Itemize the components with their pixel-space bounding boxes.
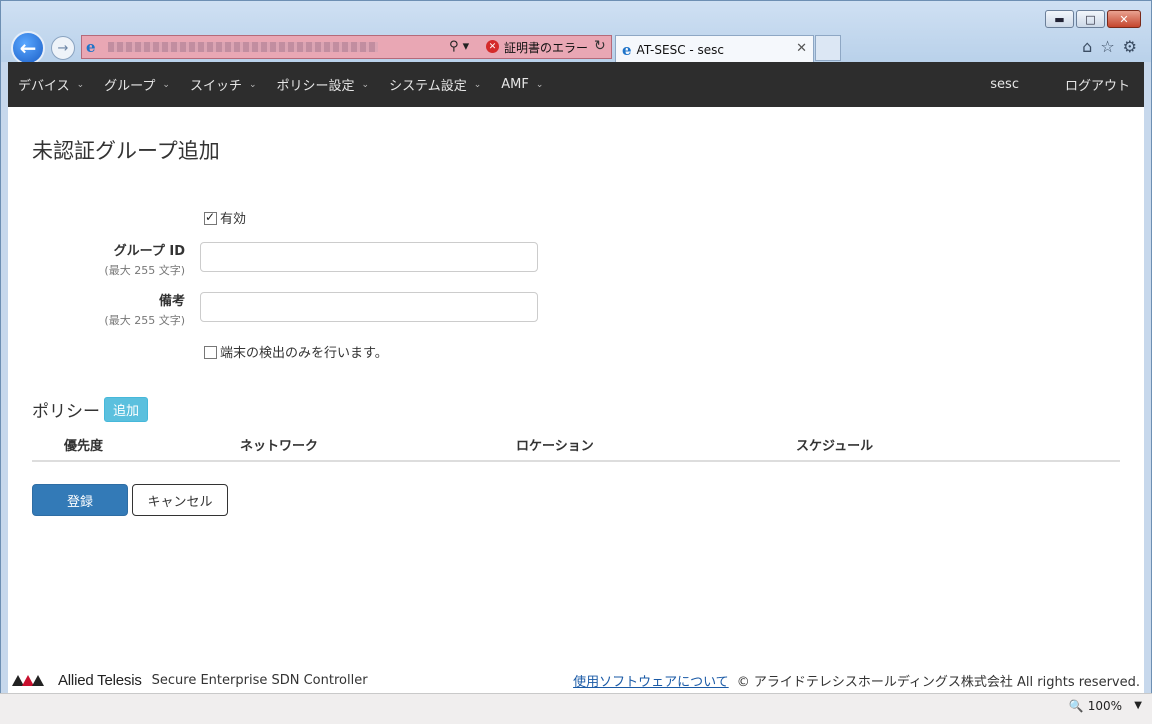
add-policy-button[interactable]: 追加: [104, 397, 149, 422]
browser-tab[interactable]: e AT-SESC - sesc ✕: [615, 35, 814, 63]
product-name: Secure Enterprise SDN Controller: [151, 672, 368, 688]
nav-item-policy-settings[interactable]: ポリシー設定 ⌄: [267, 62, 380, 107]
ie-logo-icon: e: [86, 38, 96, 56]
zoom-level[interactable]: 🔍 100%: [1069, 699, 1122, 713]
main-content: 未認証グループ追加 有効 グループ ID (最大 255 文字) 備考 (最大 …: [8, 107, 1144, 667]
home-icon[interactable]: ⌂: [1082, 37, 1092, 56]
group-id-label-block: グループ ID (最大 255 文字): [15, 240, 185, 278]
ie-logo-icon: e: [622, 40, 632, 59]
cancel-button[interactable]: キャンセル: [132, 484, 228, 516]
browser-tools: ⌂ ☆ ⚙: [1082, 37, 1137, 56]
note-label: 備考: [158, 294, 185, 309]
browser-status-bar: 🔍 100% ▼: [0, 693, 1152, 724]
group-id-label: グループ ID: [113, 244, 185, 259]
refresh-icon[interactable]: ↻: [594, 38, 606, 54]
top-navbar: デバイス ⌄ グループ ⌄ スイッチ ⌄ ポリシー設定 ⌄ システム設定 ⌄ AMF ⌄ s…: [8, 62, 1144, 107]
window-controls: ▬ □ ✕: [1045, 10, 1141, 28]
detect-only-checkbox-row[interactable]: 端末の検出のみを行います。: [204, 342, 388, 361]
detect-only-label: 端末の検出のみを行います。: [220, 346, 388, 361]
window-border-right: [1144, 62, 1152, 693]
note-hint: (最大 255 文字): [104, 314, 185, 327]
search-icon[interactable]: ⚲ ▾: [449, 39, 469, 54]
policy-heading-text: ポリシー: [32, 402, 100, 422]
allied-telesis-mark-icon: [12, 674, 52, 686]
note-label-block: 備考 (最大 255 文字): [15, 290, 185, 328]
nav-item-devices[interactable]: デバイス ⌄: [8, 62, 94, 107]
detect-only-checkbox[interactable]: [204, 346, 217, 359]
software-info-link[interactable]: 使用ソフトウェアについて: [573, 671, 729, 690]
column-header-location: ロケーション: [508, 432, 788, 462]
policy-heading: ポリシー 追加: [32, 397, 149, 422]
nav-label: デバイス: [18, 79, 70, 94]
nav-item-amf[interactable]: AMF ⌄: [491, 62, 553, 107]
forward-arrow-icon[interactable]: →: [51, 36, 75, 60]
zoom-icon: 🔍: [1068, 699, 1084, 713]
column-header-schedule: スケジュール: [788, 432, 1120, 462]
favorites-star-icon[interactable]: ☆: [1100, 37, 1114, 56]
table-header-row: 優先度 ネットワーク ロケーション スケジュール: [32, 432, 1120, 462]
brand-name: Allied Telesis: [58, 671, 142, 689]
chevron-down-icon: ⌄: [361, 79, 370, 90]
nav-label: AMF: [501, 77, 529, 92]
blurred-url: [108, 42, 378, 52]
browser-chrome: ▬ □ ✕ ← → e ⚲ ▾ ✕ 証明書のエラー ↻ e AT-SESC - …: [0, 0, 1152, 65]
enabled-label: 有効: [220, 212, 247, 227]
chevron-down-icon: ⌄: [473, 79, 482, 90]
gear-icon[interactable]: ⚙: [1123, 37, 1137, 56]
column-header-priority: 優先度: [32, 432, 232, 462]
zoom-value: 100%: [1087, 699, 1122, 713]
new-tab-button[interactable]: [815, 35, 841, 61]
window-border-left: [0, 62, 8, 693]
nav-label: ポリシー設定: [276, 79, 355, 94]
tab-close-icon[interactable]: ✕: [796, 41, 807, 56]
group-id-row: グループ ID (最大 255 文字): [8, 240, 608, 280]
chevron-down-icon: ⌄: [162, 79, 170, 90]
enabled-checkbox[interactable]: [204, 210, 217, 225]
cert-error-icon[interactable]: ✕: [486, 40, 499, 53]
group-id-input[interactable]: [200, 242, 538, 272]
cert-error-text[interactable]: 証明書のエラー: [504, 39, 588, 56]
chevron-down-icon: ⌄: [76, 79, 85, 90]
enabled-checkbox-row[interactable]: 有効: [204, 208, 246, 227]
column-header-network: ネットワーク: [232, 432, 508, 462]
policy-table: 優先度 ネットワーク ロケーション スケジュール: [32, 432, 1120, 462]
logout-link[interactable]: ログアウト: [1051, 62, 1144, 107]
note-row: 備考 (最大 255 文字): [8, 290, 608, 330]
chevron-down-icon: ⌄: [535, 79, 544, 90]
nav-item-groups[interactable]: グループ ⌄: [94, 62, 180, 107]
close-icon[interactable]: ✕: [1107, 10, 1141, 28]
allied-telesis-logo: Allied Telesis: [12, 672, 142, 689]
nav-label: システム設定: [389, 79, 467, 94]
nav-item-system-settings[interactable]: システム設定 ⌄: [379, 62, 491, 107]
address-bar[interactable]: e ⚲ ▾ ✕ 証明書のエラー ↻: [81, 35, 612, 59]
back-arrow-icon[interactable]: ←: [11, 31, 45, 65]
chevron-down-icon: ⌄: [248, 79, 257, 90]
page-footer: Allied Telesis Secure Enterprise SDN Con…: [8, 667, 1144, 693]
submit-button[interactable]: 登録: [32, 484, 128, 516]
nav-label: グループ: [104, 79, 156, 94]
nav-item-switches[interactable]: スイッチ ⌄: [180, 62, 267, 107]
note-input[interactable]: [200, 292, 538, 322]
minimize-icon[interactable]: ▬: [1045, 10, 1074, 28]
page-title: 未認証グループ追加: [32, 139, 220, 163]
copyright-text: © アライドテレシスホールディングス株式会社 All rights reserv…: [736, 674, 1140, 690]
chevron-down-icon[interactable]: ▼: [1134, 700, 1142, 711]
nav-label: スイッチ: [189, 79, 242, 94]
tab-title: AT-SESC - sesc: [636, 42, 725, 57]
group-id-hint: (最大 255 文字): [104, 264, 185, 277]
nav-user[interactable]: sesc: [976, 62, 1051, 107]
maximize-icon[interactable]: □: [1076, 10, 1105, 28]
